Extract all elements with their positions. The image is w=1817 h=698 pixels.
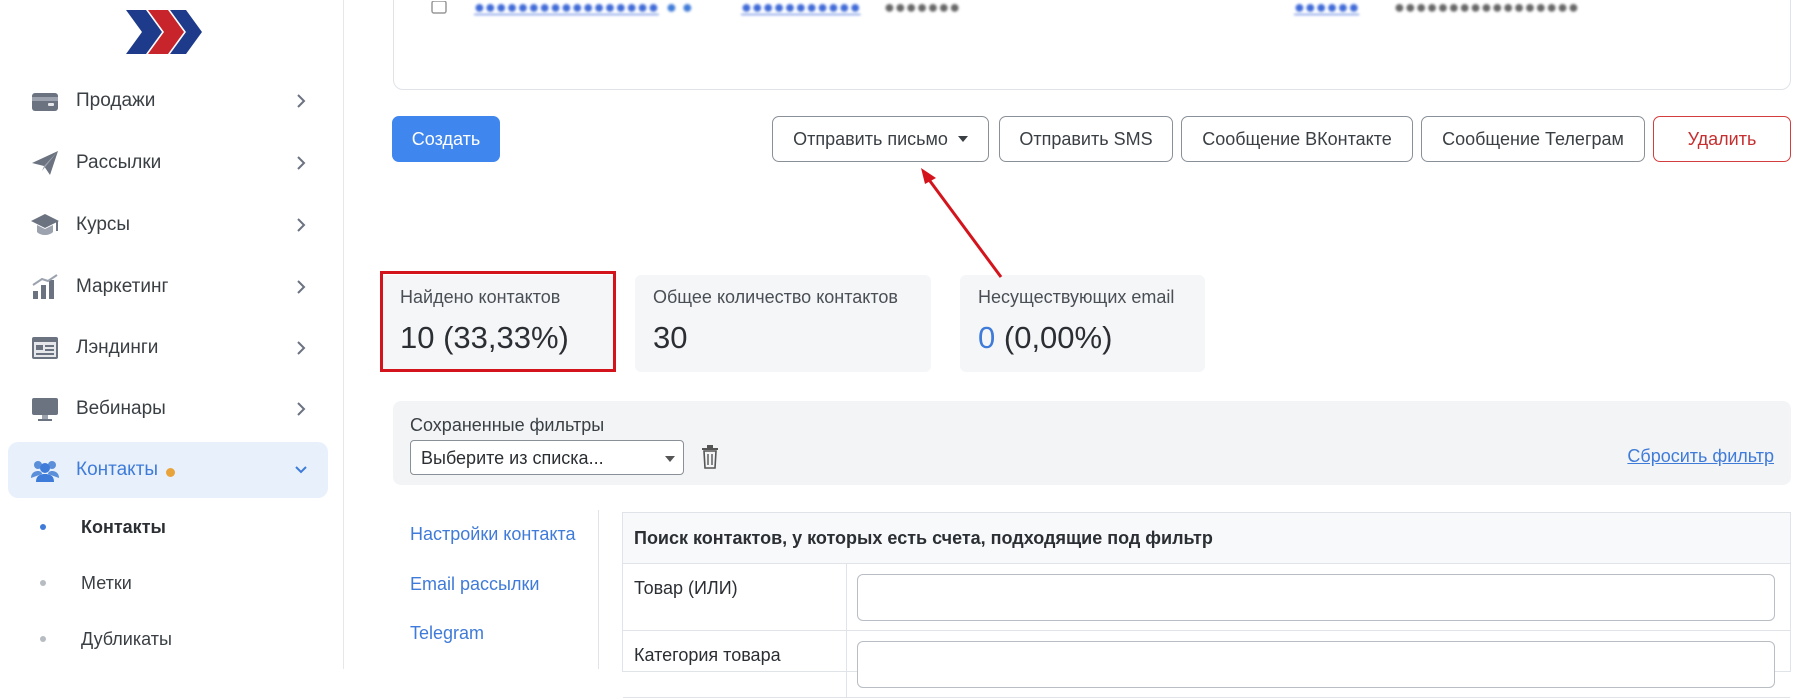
sidebar-item-contacts[interactable]: Контакты <box>8 442 328 498</box>
filter-row-label: Товар (ИЛИ) <box>634 578 738 598</box>
delete-button[interactable]: Удалить <box>1653 116 1791 162</box>
category-input[interactable] <box>857 641 1775 688</box>
chevron-right-icon <box>297 341 306 355</box>
sidebar-item-label: Вебинары <box>76 398 166 419</box>
subitem-contacts[interactable]: Контакты <box>36 505 316 549</box>
contacts-table-card: ●●●●●●●●●●●●●●●●● ● ● ●●●●●●●●●●● ●●●●●●… <box>393 0 1791 90</box>
monitor-icon <box>32 398 58 421</box>
saved-filters-select[interactable]: Выберите из списка... <box>410 440 684 475</box>
sidebar-item-label: Лэндинги <box>76 337 159 358</box>
checkbox-icon <box>431 1 447 14</box>
column-divider <box>846 631 847 697</box>
stat-total-value: 30 <box>653 320 688 355</box>
search-header: Поиск контактов, у которых есть счета, п… <box>623 513 1790 564</box>
chevron-right-icon <box>297 156 306 170</box>
bullet-icon <box>40 636 46 642</box>
link-email-mailings[interactable]: Email рассылки <box>410 574 539 595</box>
link-contact-settings[interactable]: Настройки контакта <box>410 524 575 545</box>
invoice-search-panel: Поиск контактов, у которых есть счета, п… <box>622 512 1791 698</box>
subitem-tags[interactable]: Метки <box>36 561 316 605</box>
landing-page-icon <box>32 337 58 359</box>
blurred-email: ●●●●●●●●●●●●●●●●● <box>474 1 659 17</box>
sidebar-item-label: Курсы <box>76 214 131 235</box>
bullet-icon <box>40 524 46 530</box>
caret-down-icon <box>665 456 675 462</box>
create-button[interactable]: Создать <box>392 116 500 162</box>
subitem-label: Дубликаты <box>81 628 172 649</box>
notification-dot <box>166 468 175 477</box>
sidebar-item-courses[interactable]: Курсы <box>8 197 328 253</box>
reset-filter-link[interactable]: Сбросить фильтр <box>1627 446 1774 467</box>
select-value: Выберите из списка... <box>421 448 604 468</box>
stat-invalid-label: Несуществующих email <box>978 287 1175 307</box>
filter-row-category: Категория товара <box>623 631 1790 698</box>
graduation-cap-icon <box>31 214 59 235</box>
chevron-right-icon <box>297 402 306 416</box>
sidebar-item-label: Рассылки <box>76 152 162 173</box>
sidebar-item-marketing[interactable]: Маркетинг <box>8 259 328 315</box>
stat-invalid-pct: (0,00%) <box>1003 320 1113 355</box>
chevron-down-icon <box>295 466 307 474</box>
send-email-label: Отправить письмо <box>793 128 948 149</box>
chevron-right-icon <box>297 280 306 294</box>
link-telegram[interactable]: Telegram <box>410 623 484 644</box>
bullet-icon <box>40 580 46 586</box>
blurred-date: ●●●●●●●●●●●●●●●●● <box>1394 1 1579 17</box>
saved-filters-label: Сохраненные фильтры <box>410 415 605 435</box>
sidebar-item-label: Контакты <box>76 459 159 480</box>
sidebar-item-webinars[interactable]: Вебинары <box>8 381 328 437</box>
send-email-button[interactable]: Отправить письмо <box>772 116 989 162</box>
saved-filters-panel: Сохраненные фильтры Выберите из списка..… <box>393 401 1791 485</box>
sidebar-item-landings[interactable]: Лэндинги <box>8 320 328 376</box>
logo <box>126 10 202 54</box>
subitem-duplicates[interactable]: Дубликаты <box>36 617 316 661</box>
highlight-box <box>380 271 616 372</box>
sidebar-item-label: Маркетинг <box>76 276 169 297</box>
trash-icon[interactable] <box>700 445 720 469</box>
telegram-message-button[interactable]: Сообщение Телеграм <box>1421 116 1645 162</box>
stat-total: Общее количество контактов 30 <box>635 275 931 372</box>
sidebar-item-mailings[interactable]: Рассылки <box>8 135 328 191</box>
filter-row-label: Категория товара <box>634 645 781 665</box>
column-divider <box>846 564 847 630</box>
paper-plane-icon <box>32 151 58 175</box>
stat-invalid: Несуществующих email 0 (0,00%) <box>960 275 1205 372</box>
sidebar: Продажи Рассылки Курсы Маркетинг Лэндинг… <box>0 0 344 669</box>
users-icon <box>31 461 59 482</box>
blurred-name: ●●●●●●● <box>884 1 961 17</box>
main-content: ●●●●●●●●●●●●●●●●● ● ● ●●●●●●●●●●● ●●●●●●… <box>345 0 1817 698</box>
product-input[interactable] <box>857 574 1775 621</box>
filter-row-product: Товар (ИЛИ) <box>623 564 1790 631</box>
bar-chart-icon <box>32 274 58 299</box>
stat-invalid-count[interactable]: 0 <box>978 320 995 355</box>
stat-invalid-value: 0 (0,00%) <box>978 320 1112 356</box>
wallet-icon <box>32 93 58 111</box>
stat-total-label: Общее количество контактов <box>653 287 898 307</box>
blurred-tag: ●●●●●● <box>1294 1 1360 17</box>
chevron-right-icon <box>297 218 306 232</box>
vk-message-button[interactable]: Сообщение ВКонтакте <box>1181 116 1413 162</box>
table-row-blurred: ●●●●●●●●●●●●●●●●● ● ● ●●●●●●●●●●● ●●●●●●… <box>394 1 1790 25</box>
blurred-icons: ● ● <box>666 1 693 17</box>
sidebar-item-label: Продажи <box>76 90 156 111</box>
chevron-right-icon <box>297 94 306 108</box>
caret-down-icon <box>957 136 968 142</box>
search-header-text: Поиск контактов, у которых есть счета, п… <box>634 528 1213 548</box>
subitem-label: Метки <box>81 572 132 593</box>
send-sms-button[interactable]: Отправить SMS <box>999 116 1173 162</box>
sidebar-item-sales[interactable]: Продажи <box>8 73 328 129</box>
filter-sections-nav: Настройки контакта Email рассылки Telegr… <box>393 510 599 669</box>
blurred-phone: ●●●●●●●●●●● <box>741 1 861 17</box>
subitem-label: Контакты <box>81 516 166 537</box>
